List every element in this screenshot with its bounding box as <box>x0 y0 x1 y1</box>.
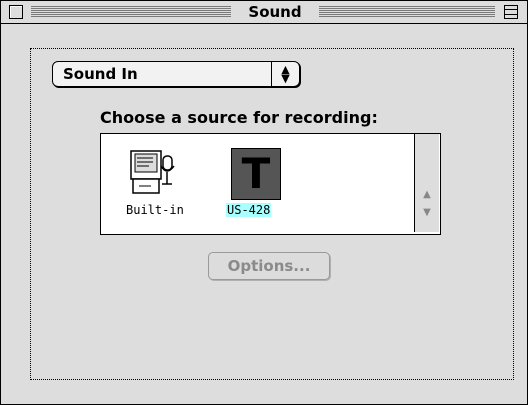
collapse-box-icon[interactable] <box>504 5 518 19</box>
close-box-icon[interactable] <box>9 5 23 19</box>
title-bar[interactable]: Sound <box>1 1 527 24</box>
section-popup-menu[interactable]: Sound In ▲ ▼ <box>52 61 300 87</box>
scroll-down-arrow-icon[interactable]: ▼ <box>415 204 439 222</box>
title-stripes-right <box>319 6 495 18</box>
window-title: Sound <box>248 3 302 21</box>
section-popup-label: Sound In <box>63 65 138 83</box>
tascam-t-icon[interactable]: T <box>231 148 281 200</box>
recording-source-heading: Choose a source for recording: <box>100 108 378 127</box>
up-down-arrows-icon: ▲ ▼ <box>281 63 290 85</box>
scroll-up-arrow-icon[interactable]: ▲ <box>415 186 439 204</box>
source-label-us428[interactable]: US-428 <box>226 203 272 217</box>
options-button[interactable]: Options... <box>208 252 330 280</box>
computer-microphone-icon[interactable] <box>129 150 177 196</box>
title-stripes-left <box>31 6 231 18</box>
source-label-builtin[interactable]: Built-in <box>126 203 184 217</box>
source-list-scrollbar[interactable]: ▲ ▼ <box>414 134 439 232</box>
